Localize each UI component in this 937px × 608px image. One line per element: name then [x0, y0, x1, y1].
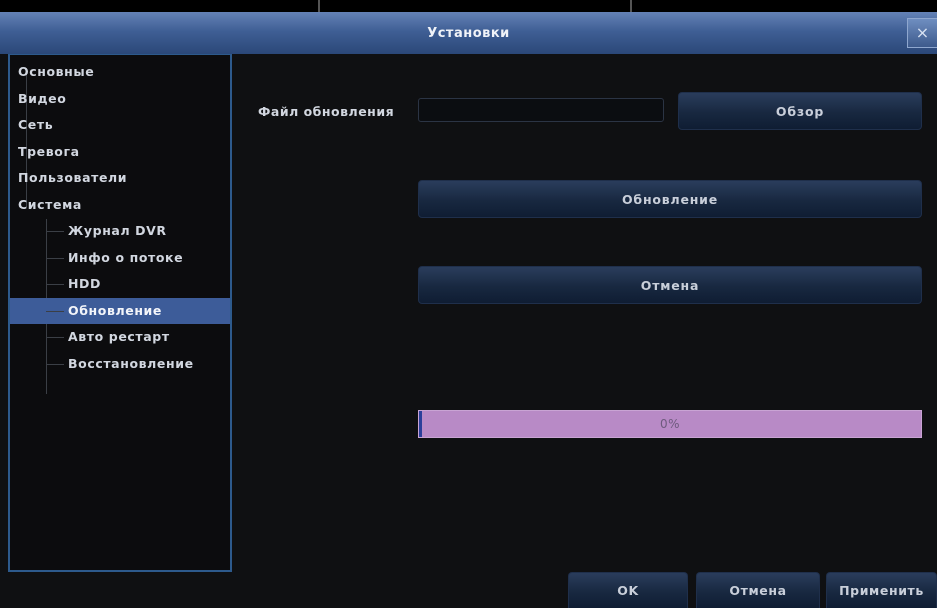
- cancel-upgrade-button[interactable]: Отмена: [418, 266, 922, 304]
- upgrade-button[interactable]: Обновление: [418, 180, 922, 218]
- tree-list: Основные Видео Сеть Тревога Пользователи…: [10, 59, 230, 377]
- top-strip: [0, 0, 937, 12]
- settings-tree: Основные Видео Сеть Тревога Пользователи…: [8, 54, 232, 572]
- close-button[interactable]: ×: [907, 18, 937, 48]
- browse-button-label: Обзор: [775, 103, 825, 119]
- progress-text: 0%: [659, 417, 681, 431]
- tree-item-label: Видео: [18, 90, 67, 106]
- tree-item-auto-restart[interactable]: Авто рестарт: [10, 324, 230, 351]
- tree-item-hdd[interactable]: HDD: [10, 271, 230, 298]
- ok-button-label: OK: [617, 583, 639, 598]
- upgrade-file-input[interactable]: [418, 98, 664, 122]
- cancel-button[interactable]: Отмена: [696, 572, 820, 608]
- strip-separator: [630, 0, 632, 12]
- tree-item-label: Инфо о потоке: [68, 249, 184, 265]
- tree-item-users[interactable]: Пользователи: [10, 165, 230, 192]
- tree-item-label: Журнал DVR: [68, 223, 167, 238]
- tree-item-label: Система: [18, 196, 82, 212]
- tree-item-alarm[interactable]: Тревога: [10, 139, 230, 166]
- tree-item-system[interactable]: Система: [10, 192, 230, 219]
- tree-item-network[interactable]: Сеть: [10, 112, 230, 139]
- tree-item-upgrade[interactable]: Обновление: [10, 297, 230, 324]
- ok-button[interactable]: OK: [568, 572, 688, 608]
- apply-button-label: Применить: [839, 583, 924, 598]
- window-titlebar: Установки: [0, 12, 937, 54]
- tree-item-label: Сеть: [18, 117, 54, 132]
- tree-item-restore[interactable]: Восстановление: [10, 351, 230, 378]
- tree-item-label: Авто рестарт: [68, 329, 170, 344]
- tree-item-label: HDD: [68, 276, 102, 291]
- apply-button[interactable]: Применить: [826, 572, 937, 608]
- cancel-button-label: Отмена: [729, 583, 787, 598]
- close-icon: ×: [915, 23, 930, 42]
- upgrade-file-label: Файл обновления: [258, 104, 395, 119]
- tree-item-label: Восстановление: [68, 355, 194, 371]
- tree-item-label: Основные: [18, 64, 95, 79]
- tree-item-basic[interactable]: Основные: [10, 59, 230, 86]
- tree-item-label: Обновление: [68, 302, 162, 318]
- tree-item-dvr-log[interactable]: Журнал DVR: [10, 218, 230, 245]
- strip-separator: [318, 0, 320, 12]
- window-title: Установки: [427, 25, 510, 41]
- upgrade-button-label: Обновление: [622, 191, 718, 207]
- browse-button[interactable]: Обзор: [678, 92, 922, 130]
- tree-item-video[interactable]: Видео: [10, 86, 230, 113]
- tree-item-label: Тревога: [18, 143, 80, 159]
- upgrade-progress-bar: 0%: [418, 410, 922, 438]
- cancel-upgrade-button-label: Отмена: [640, 277, 700, 293]
- tree-item-stream-info[interactable]: Инфо о потоке: [10, 245, 230, 272]
- tree-item-label: Пользователи: [18, 170, 128, 185]
